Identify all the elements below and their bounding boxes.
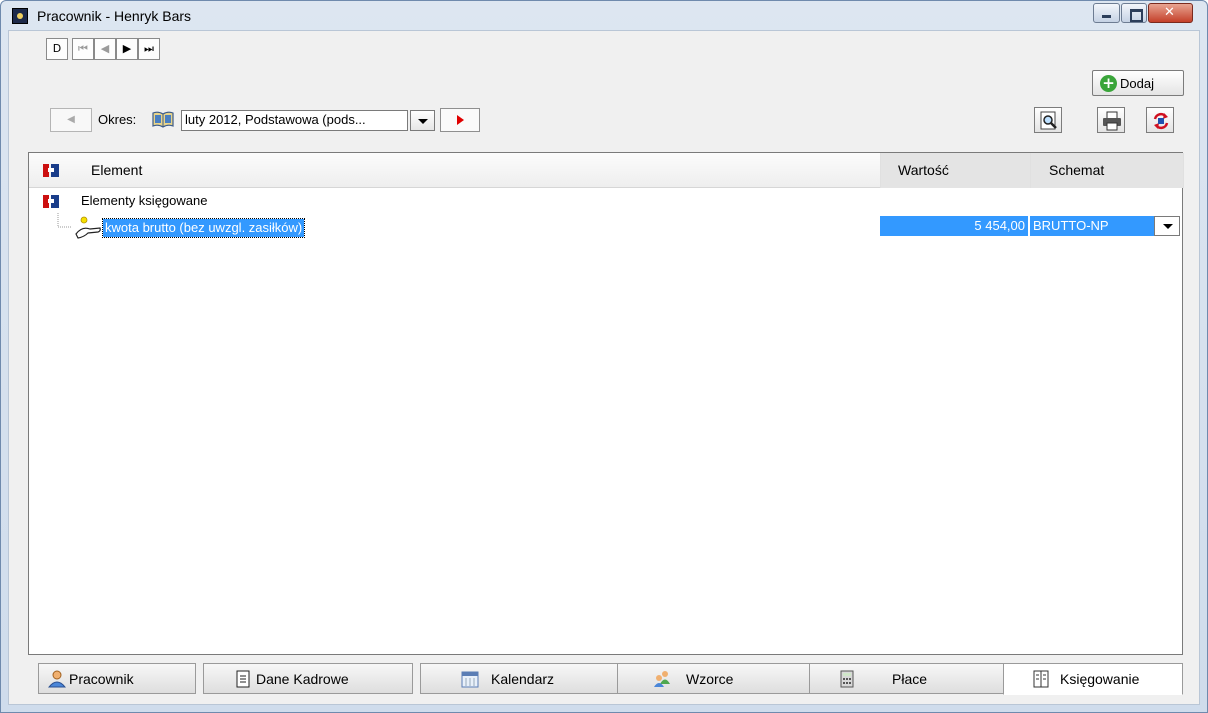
minimize-button[interactable] [1093, 3, 1120, 23]
row-value-cell[interactable]: 5 454,00 [880, 216, 1028, 236]
close-button[interactable] [1148, 3, 1193, 23]
hand-money-icon [75, 216, 101, 239]
grid-header: Element Wartość Schemat [29, 153, 1184, 188]
flag-icon [43, 164, 59, 177]
tab-kalendarz[interactable]: Kalendarz [420, 663, 620, 694]
chevron-down-icon[interactable] [410, 110, 435, 131]
tab-label: Płace [892, 671, 928, 687]
scheme-dropdown-button[interactable] [1154, 216, 1180, 236]
print-button[interactable] [1097, 107, 1125, 133]
tab-label: Księgowanie [1060, 671, 1140, 687]
tab-label: Kalendarz [491, 671, 555, 687]
maximize-button[interactable] [1121, 3, 1147, 23]
tab-place[interactable]: Płace [809, 663, 1009, 694]
tab-wzorce[interactable]: Wzorce [617, 663, 817, 694]
data-button[interactable]: D [46, 38, 68, 60]
tab-label: Wzorce [686, 671, 734, 687]
column-header-element-label: Element [91, 162, 143, 178]
column-header-scheme-label: Schemat [1049, 162, 1105, 178]
next-period-button[interactable] [440, 108, 480, 132]
ledger-icon [1033, 670, 1049, 688]
people-icon [654, 671, 670, 687]
window-title: Pracownik - Henryk Bars [37, 8, 192, 24]
column-header-value[interactable]: Wartość [881, 153, 1031, 188]
prev-period-button[interactable]: ◀ [50, 108, 92, 132]
calendar-icon [461, 671, 479, 688]
add-button-label: Dodaj [1120, 76, 1154, 91]
group-label: Elementy księgowane [81, 193, 208, 208]
person-icon [48, 670, 66, 688]
refresh-button[interactable] [1146, 107, 1174, 133]
tab-label: Pracownik [69, 671, 134, 687]
last-record-button[interactable]: ⏭ [138, 38, 160, 60]
tab-label: Dane Kadrowe [256, 671, 349, 687]
row-element-name[interactable]: kwota brutto (bez uwzgl. zasiłków) [101, 218, 306, 238]
calculator-icon [840, 670, 854, 688]
column-header-value-label: Wartość [898, 162, 949, 178]
tab-ksiegowanie[interactable]: Księgowanie [1003, 663, 1183, 695]
printer-icon [1103, 111, 1121, 131]
period-select[interactable]: luty 2012, Podstawowa (pods... [181, 110, 408, 131]
row-scheme-cell[interactable]: BRUTTO-NP [1030, 216, 1154, 236]
prev-record-button[interactable]: ◀ [94, 38, 116, 60]
preview-icon [1040, 111, 1057, 130]
next-record-button[interactable]: ▶ [116, 38, 138, 60]
column-header-element[interactable]: Element [29, 153, 881, 188]
plus-icon: + [1100, 75, 1117, 92]
app-icon [12, 8, 28, 24]
period-label: Okres: [98, 112, 137, 127]
tab-pracownik[interactable]: Pracownik [38, 663, 196, 694]
document-icon [236, 670, 250, 688]
flag-icon [43, 195, 59, 208]
add-button[interactable]: + Dodaj [1092, 70, 1184, 96]
preview-button[interactable] [1034, 107, 1062, 133]
title-bar[interactable]: Pracownik - Henryk Bars [1, 1, 1207, 31]
book-icon [152, 111, 174, 128]
first-record-button[interactable]: ⏮ [72, 38, 94, 60]
column-header-scheme[interactable]: Schemat [1031, 153, 1184, 188]
refresh-icon [1153, 112, 1169, 130]
tab-dane-kadrowe[interactable]: Dane Kadrowe [203, 663, 413, 694]
